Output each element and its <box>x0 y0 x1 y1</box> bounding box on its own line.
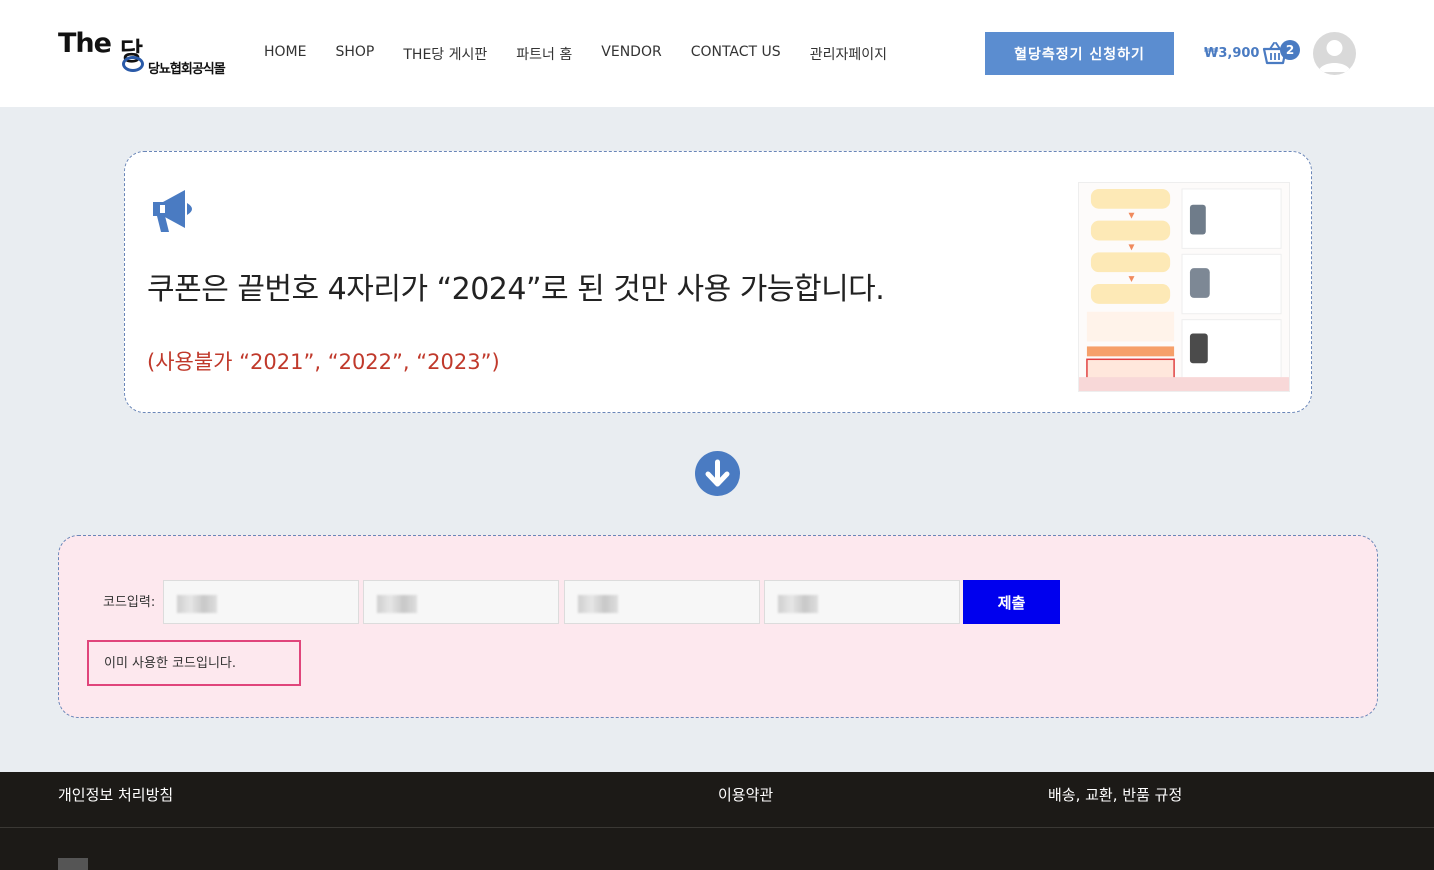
footer-shipping-policy-link[interactable]: 배송, 교환, 반품 규정 <box>1048 784 1182 805</box>
nav-vendor[interactable]: VENDOR <box>601 44 661 64</box>
site-logo[interactable]: The 당 당뇨협회공식몰 <box>58 28 233 78</box>
site-header: The 당 당뇨협회공식몰 HOME SHOP THE당 게시판 파트너 홈 V… <box>0 0 1434 107</box>
user-avatar[interactable] <box>1313 32 1356 75</box>
nav-home[interactable]: HOME <box>264 44 306 64</box>
code-input-label: 코드입력: <box>103 595 156 610</box>
code-input-3[interactable] <box>564 580 760 624</box>
footer-divider <box>0 827 1434 828</box>
error-message-box: 이미 사용한 코드입니다. <box>87 640 301 686</box>
masked-value <box>177 595 217 613</box>
code-input-4[interactable] <box>764 580 960 624</box>
logo-primary: The <box>58 28 112 59</box>
coupon-guide-image <box>1078 182 1290 392</box>
logo-circle-icon <box>122 56 144 72</box>
megaphone-icon <box>153 190 192 232</box>
main-nav: HOME SHOP THE당 게시판 파트너 홈 VENDOR CONTACT … <box>264 44 916 64</box>
coupon-invalid-text: (사용불가 “2021”, “2022”, “2023”) <box>147 350 500 374</box>
arrow-down-icon <box>695 451 740 496</box>
apply-glucometer-button[interactable]: 혈당측정기 신청하기 <box>985 32 1174 75</box>
cart-total[interactable]: ₩3,900 <box>1204 46 1259 61</box>
nav-admin[interactable]: 관리자페이지 <box>810 44 887 64</box>
footer-logo-partial <box>58 858 88 870</box>
coupon-rule-text: 쿠폰은 끝번호 4자리가 “2024”로 된 것만 사용 가능합니다. <box>147 272 885 307</box>
site-footer: 개인정보 처리방침 이용약관 배송, 교환, 반품 규정 <box>0 772 1434 870</box>
footer-terms-link[interactable]: 이용약관 <box>718 784 773 805</box>
nav-contact[interactable]: CONTACT US <box>691 44 781 64</box>
nav-partner-home[interactable]: 파트너 홈 <box>516 44 572 64</box>
submit-button[interactable]: 제출 <box>963 580 1060 624</box>
logo-subtitle: 당뇨협회공식몰 <box>148 62 226 77</box>
code-input-1[interactable] <box>163 580 359 624</box>
coupon-code-form: 코드입력: 제출 이미 사용한 코드입니다. <box>58 535 1378 718</box>
footer-privacy-link[interactable]: 개인정보 처리방침 <box>58 784 173 805</box>
masked-value <box>377 595 417 613</box>
coupon-notice-card: 쿠폰은 끝번호 4자리가 “2024”로 된 것만 사용 가능합니다. (사용불… <box>124 151 1312 413</box>
error-message: 이미 사용한 코드입니다. <box>104 656 236 671</box>
code-input-2[interactable] <box>363 580 559 624</box>
masked-value <box>778 595 818 613</box>
masked-value <box>578 595 618 613</box>
user-icon <box>1318 40 1351 72</box>
nav-shop[interactable]: SHOP <box>335 44 374 64</box>
nav-board[interactable]: THE당 게시판 <box>403 44 487 64</box>
cart-count-badge: 2 <box>1280 40 1300 60</box>
